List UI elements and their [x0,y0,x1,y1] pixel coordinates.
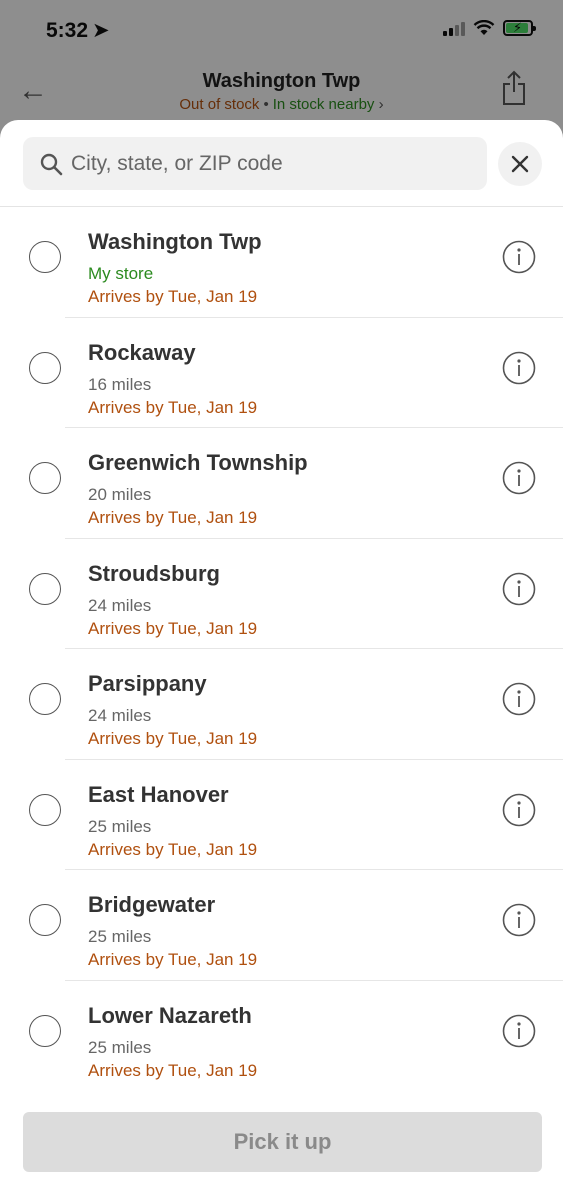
store-detail: 25 miles [88,816,152,836]
store-row[interactable]: Parsippany 24 miles Arrives by Tue, Jan … [0,649,563,760]
store-detail: 16 miles [88,374,152,394]
store-name: Lower Nazareth [88,1002,252,1028]
store-radio[interactable] [29,462,61,494]
store-picker-sheet: Washington Twp My store Arrives by Tue, … [0,120,563,1200]
close-button[interactable] [498,142,542,186]
store-arrival: Arrives by Tue, Jan 19 [88,950,258,969]
store-radio[interactable] [29,351,61,384]
store-row[interactable]: East Hanover 25 miles Arrives by Tue, Ja… [0,760,563,870]
store-arrival: Arrives by Tue, Jan 19 [88,287,258,306]
info-icon[interactable] [502,240,536,274]
store-name: East Hanover [88,781,229,807]
store-arrival: Arrives by Tue, Jan 19 [88,839,258,859]
store-row[interactable]: Greenwich Township 20 miles Arrives by T… [0,428,563,539]
store-arrival: Arrives by Tue, Jan 19 [88,1060,258,1080]
store-name: Washington Twp [88,229,262,254]
store-radio[interactable] [29,572,61,605]
store-row[interactable]: Washington Twp My store Arrives by Tue, … [0,207,563,318]
info-icon[interactable] [502,461,536,495]
store-detail: 25 miles [88,927,152,946]
store-detail: My store [88,264,154,283]
store-radio[interactable] [29,241,61,273]
info-icon[interactable] [502,1014,536,1048]
store-list: Washington Twp My store Arrives by Tue, … [0,207,563,1091]
store-row[interactable]: Stroudsburg 24 miles Arrives by Tue, Jan… [0,539,563,649]
info-icon[interactable] [502,682,536,716]
store-detail: 20 miles [88,485,152,504]
store-detail: 24 miles [88,595,152,615]
info-icon[interactable] [502,903,536,937]
store-radio[interactable] [29,683,61,715]
store-name: Greenwich Township [88,450,308,475]
info-icon[interactable] [502,351,536,385]
search-input[interactable] [71,137,471,190]
store-arrival: Arrives by Tue, Jan 19 [88,729,258,748]
store-name: Parsippany [88,671,207,696]
store-arrival: Arrives by Tue, Jan 19 [88,618,258,638]
store-radio[interactable] [29,904,61,936]
search-box [23,137,487,190]
search-icon [40,153,63,176]
store-radio[interactable] [29,793,61,826]
store-name: Bridgewater [88,892,216,917]
store-detail: 24 miles [88,706,152,725]
store-arrival: Arrives by Tue, Jan 19 [88,508,258,527]
store-row[interactable]: Bridgewater 25 miles Arrives by Tue, Jan… [0,870,563,981]
info-icon[interactable] [502,793,536,827]
store-detail: 25 miles [88,1037,152,1057]
store-name: Stroudsburg [88,560,220,586]
store-arrival: Arrives by Tue, Jan 19 [88,397,258,417]
store-name: Rockaway [88,339,196,365]
close-icon [511,155,529,173]
info-icon[interactable] [502,572,536,606]
store-row[interactable]: Lower Nazareth 25 miles Arrives by Tue, … [0,981,563,1092]
pick-it-up-button[interactable]: Pick it up [23,1112,542,1172]
store-radio[interactable] [29,1014,61,1047]
store-row[interactable]: Rockaway 16 miles Arrives by Tue, Jan 19 [0,318,563,428]
